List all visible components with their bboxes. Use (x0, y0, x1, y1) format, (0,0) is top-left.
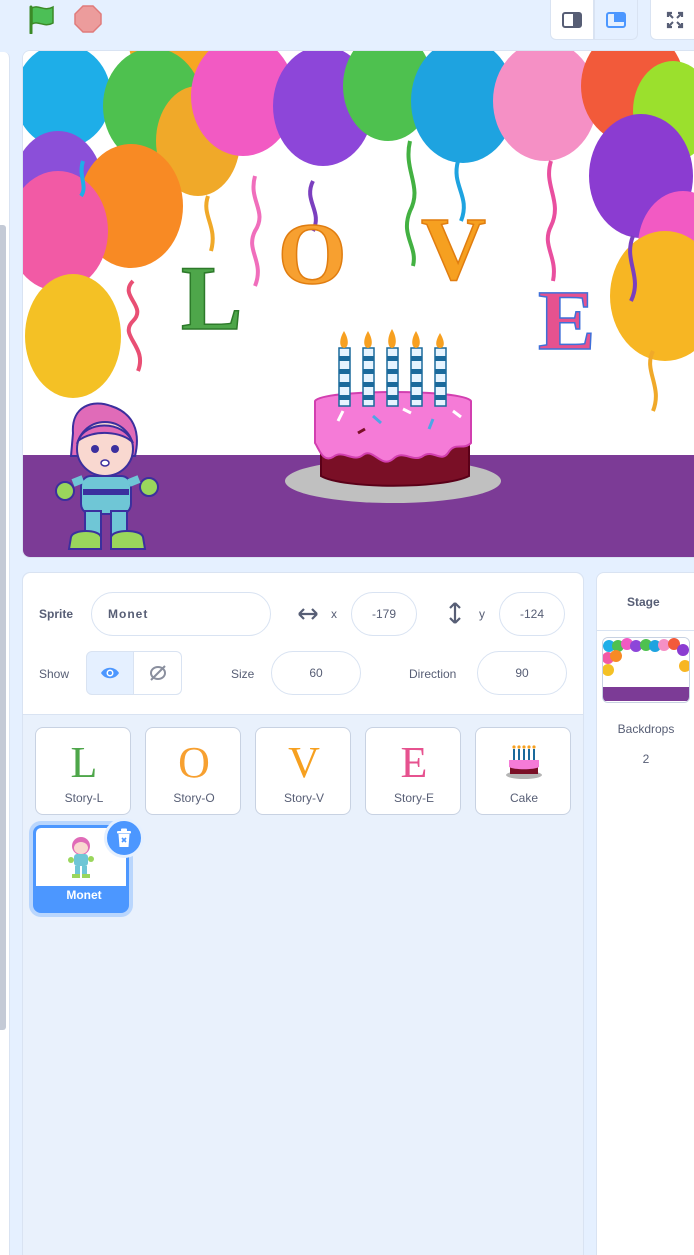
sprite-label: Sprite (39, 607, 74, 621)
sprite-thumbnail: O (178, 737, 210, 787)
sprite-tile-label: Monet (66, 888, 102, 902)
green-flag-icon[interactable] (26, 4, 58, 34)
sprite-tile-label: Story-L (64, 791, 104, 805)
cake-icon (506, 745, 542, 779)
sprite-thumbnail: E (400, 737, 428, 787)
backdrop-thumbnail[interactable] (602, 637, 690, 703)
x-label: x (331, 607, 337, 621)
direction-input[interactable]: 90 (477, 651, 567, 695)
sprite-thumbnail: V (288, 737, 320, 787)
size-label: Size (231, 667, 255, 681)
fullscreen-button[interactable] (650, 0, 694, 40)
sprite-info-panel: Sprite Monet x -179 y -124 Show Size 60 … (23, 573, 583, 715)
normal-stage-icon (606, 11, 626, 28)
stage-selector-pane[interactable]: Stage (596, 572, 694, 1255)
eye-hidden-icon (149, 665, 166, 681)
monet-icon (68, 837, 94, 878)
size-input[interactable]: 60 (271, 651, 361, 695)
backdrops-label: Backdrops (617, 722, 675, 736)
y-position-input[interactable]: -124 (499, 592, 565, 636)
x-position-input[interactable]: -179 (351, 592, 417, 636)
sprite-tile-label: Story-E (393, 791, 434, 805)
letter-o-art: O (278, 206, 346, 303)
cake-thumbnail (476, 732, 572, 792)
sprite-tile-story-o[interactable]: O Story-O (145, 727, 241, 815)
sprite-thumbnail: L (70, 737, 98, 787)
x-position-icon (298, 608, 318, 620)
letter-v-art: V (421, 200, 486, 299)
letter-e-art: E (538, 272, 595, 368)
stop-sign-icon[interactable] (74, 5, 102, 33)
fullscreen-icon (666, 11, 684, 28)
direction-label: Direction (409, 667, 457, 681)
sprite-tile-label: Cake (509, 791, 538, 805)
letter-l-art: L (181, 247, 242, 349)
sprite-pane: Sprite Monet x -179 y -124 Show Size 60 … (22, 572, 584, 1255)
backdrops-count: 2 (642, 752, 650, 766)
sprite-tile-label: Story-V (283, 791, 324, 805)
sprite-tile-label: Story-O (173, 791, 215, 805)
y-position-icon (449, 602, 461, 624)
small-stage-icon (562, 11, 582, 28)
stage-title: Stage (597, 573, 694, 631)
eye-icon (101, 667, 119, 679)
sprite-name-input[interactable]: Monet (91, 592, 271, 636)
sprite-tile-story-e[interactable]: E Story-E (365, 727, 461, 815)
y-label: y (479, 607, 485, 621)
hide-sprite-button[interactable] (134, 651, 182, 695)
show-label: Show (39, 667, 70, 681)
stage-header (0, 0, 694, 46)
sprite-tile-cake[interactable]: Cake (475, 727, 571, 815)
delete-sprite-button[interactable] (104, 818, 144, 858)
sprite-tile-story-l[interactable]: L Story-L (35, 727, 131, 815)
sprite-tile-story-v[interactable]: V Story-V (255, 727, 351, 815)
show-sprite-button[interactable] (86, 651, 134, 695)
show-toggle-group (86, 651, 182, 695)
stage-canvas[interactable]: L O V E (22, 50, 694, 558)
code-area-scrollbar[interactable] (0, 225, 6, 1030)
normal-stage-button[interactable] (594, 0, 638, 40)
small-stage-button[interactable] (550, 0, 594, 40)
trash-icon (117, 828, 131, 847)
